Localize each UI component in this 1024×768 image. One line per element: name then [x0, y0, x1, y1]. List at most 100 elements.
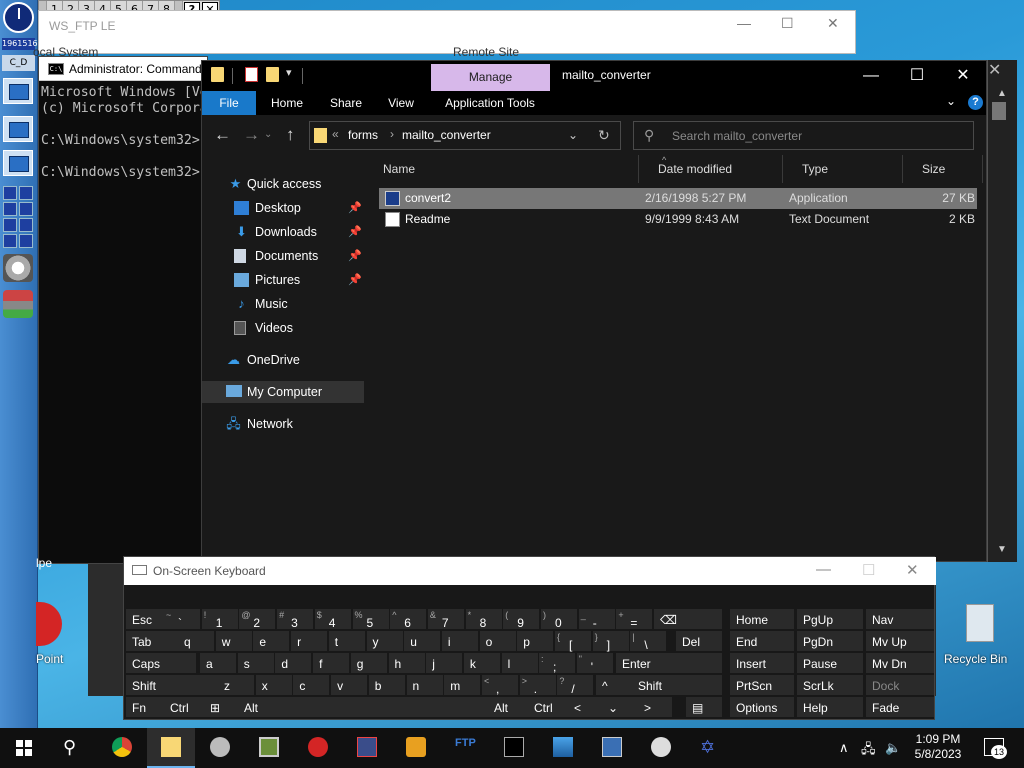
dock-window-icon-2[interactable] — [3, 150, 33, 176]
key-5[interactable]: % 5 — [352, 609, 389, 630]
tab-application-tools[interactable]: Application Tools — [440, 91, 540, 115]
key-options[interactable]: Options — [730, 697, 794, 717]
search-input[interactable] — [672, 127, 962, 145]
maximize-button[interactable]: ☐ — [894, 65, 940, 87]
key-9[interactable]: (9 — [503, 609, 540, 630]
forward-arrow-icon[interactable]: → — [243, 125, 260, 145]
desktop-icon-recycle-bin-label[interactable]: Recycle Bin — [944, 652, 1007, 666]
key-del[interactable]: Del — [676, 631, 722, 651]
action-center-button[interactable]: 13 — [984, 738, 1007, 759]
key-c[interactable]: c — [293, 675, 330, 695]
key-prtscn[interactable]: PrtScn — [730, 675, 794, 695]
key-esc[interactable]: Esc — [126, 609, 164, 629]
key-x[interactable]: x — [255, 675, 292, 695]
key-help[interactable]: Help — [797, 697, 863, 717]
pin-icon[interactable]: 📌 — [348, 221, 362, 243]
refresh-icon[interactable]: ↻ — [598, 127, 610, 144]
taskbar-app-11[interactable] — [539, 728, 587, 768]
taskbar-app-4[interactable] — [196, 728, 244, 768]
file-explorer-taskbar-button[interactable] — [147, 728, 195, 768]
key--[interactable]: _ - — [578, 609, 615, 630]
key-f[interactable]: f — [313, 653, 350, 673]
cmd-output[interactable]: Microsoft Windows [Version (c) Microsoft… — [39, 81, 207, 185]
key-s[interactable]: s — [237, 653, 274, 673]
key-backspace[interactable]: ⌫ — [654, 609, 722, 629]
key-j[interactable]: j — [426, 653, 463, 673]
key-shift-left[interactable]: Shift — [126, 675, 218, 695]
new-folder-icon[interactable] — [266, 67, 279, 82]
key-q[interactable]: q — [178, 631, 214, 651]
column-date-modified[interactable]: Date modified — [639, 155, 783, 183]
key-shift-right[interactable]: Shift — [632, 675, 722, 695]
tab-share[interactable]: Share — [326, 91, 366, 115]
background-window-scrollbar[interactable]: ✕ ▲ ▼ — [987, 60, 1017, 562]
minimize-button[interactable]: — — [848, 65, 894, 87]
taskbar-app-7[interactable] — [343, 728, 391, 768]
key-enter[interactable]: Enter — [616, 653, 722, 673]
taskbar-app-13[interactable] — [637, 728, 685, 768]
tab-view[interactable]: View — [384, 91, 418, 115]
qat-dropdown-icon[interactable]: ▾ — [286, 66, 292, 79]
key-sym-1[interactable]: >. — [519, 675, 556, 696]
nav-onedrive[interactable]: ☁ OneDrive — [202, 349, 364, 371]
key-bracket-0[interactable]: {[ — [555, 631, 591, 652]
column-size[interactable]: Size — [903, 155, 983, 183]
volume-icon[interactable]: 🔈 — [885, 740, 901, 756]
tab-file[interactable]: File — [202, 91, 256, 115]
expand-ribbon-icon[interactable]: ⌄ — [946, 94, 956, 108]
key-3[interactable]: #3 — [277, 609, 314, 630]
ws-ftp-taskbar-button[interactable]: FTP — [441, 728, 489, 768]
key-fn[interactable]: Fn — [126, 697, 164, 717]
nav-videos[interactable]: Videos — [202, 317, 364, 339]
key-left-arrow[interactable]: < — [568, 697, 602, 717]
key-1[interactable]: ! 1 — [201, 609, 238, 630]
close-icon[interactable]: ✕ — [827, 15, 839, 32]
key-tab[interactable]: Tab — [126, 631, 178, 651]
maximize-icon[interactable]: ☐ — [862, 561, 875, 579]
scroll-down-icon[interactable]: ▼ — [997, 544, 1007, 555]
breadcrumb-forms[interactable]: forms — [348, 128, 378, 142]
address-dropdown-icon[interactable]: ⌄ — [568, 128, 578, 142]
show-hidden-icons-icon[interactable]: ∧ — [839, 740, 849, 756]
maximize-icon[interactable]: ☐ — [781, 15, 794, 32]
pin-icon[interactable]: 📌 — [348, 269, 362, 291]
osk-titlebar[interactable]: On-Screen Keyboard — ☐ ✕ — [124, 557, 936, 585]
nav-music[interactable]: ♪ Music — [202, 293, 364, 315]
manage-tab[interactable]: Manage — [431, 64, 550, 91]
cmd-titlebar[interactable]: C:\ Administrator: Command Prompt — [39, 57, 207, 81]
key-`[interactable]: ~ ` — [164, 609, 200, 630]
taskbar-app-14[interactable]: ✡ — [686, 728, 734, 768]
key-b[interactable]: b — [368, 675, 405, 695]
key-7[interactable]: & 7 — [427, 609, 464, 630]
key-t[interactable]: t — [328, 631, 365, 651]
column-name[interactable]: Name — [364, 155, 639, 183]
network-icon[interactable]: 🖧 — [861, 740, 876, 762]
key-m[interactable]: m — [444, 675, 481, 695]
key-d[interactable]: d — [275, 653, 312, 673]
minimize-icon[interactable]: — — [737, 15, 751, 31]
dock-monitor-icon[interactable] — [3, 78, 33, 104]
key-right-arrow[interactable]: > — [638, 697, 672, 717]
key-ctrl-left[interactable]: Ctrl — [164, 697, 204, 717]
key-z[interactable]: z — [218, 675, 254, 695]
dock-grid-buttons[interactable] — [3, 186, 33, 248]
nav-network[interactable]: 🖧 Network — [202, 413, 364, 435]
key-scrlk[interactable]: ScrLk — [797, 675, 863, 695]
key-y[interactable]: y — [366, 631, 403, 651]
nav-quick-access[interactable]: ★ Quick access — [202, 173, 364, 195]
key-space[interactable] — [278, 697, 488, 717]
pin-icon[interactable]: 📌 — [348, 197, 362, 219]
key-caps[interactable]: Caps — [126, 653, 196, 673]
key-alt-left[interactable]: Alt — [238, 697, 278, 717]
explorer-titlebar[interactable]: ▾ Manage mailto_converter — ☐ ✕ — [202, 61, 986, 91]
key-v[interactable]: v — [331, 675, 368, 695]
search-button[interactable]: ⚲ — [48, 728, 96, 768]
key-k[interactable]: k — [463, 653, 500, 673]
taskbar-app-6[interactable] — [294, 728, 342, 768]
key-nav[interactable]: Nav — [866, 609, 934, 629]
key-a[interactable]: a — [200, 653, 236, 673]
key-i[interactable]: i — [441, 631, 478, 651]
scroll-up-icon[interactable]: ▲ — [997, 88, 1007, 99]
recycle-bin-icon[interactable] — [966, 604, 994, 642]
nav-my-computer[interactable]: My Computer — [202, 381, 364, 403]
